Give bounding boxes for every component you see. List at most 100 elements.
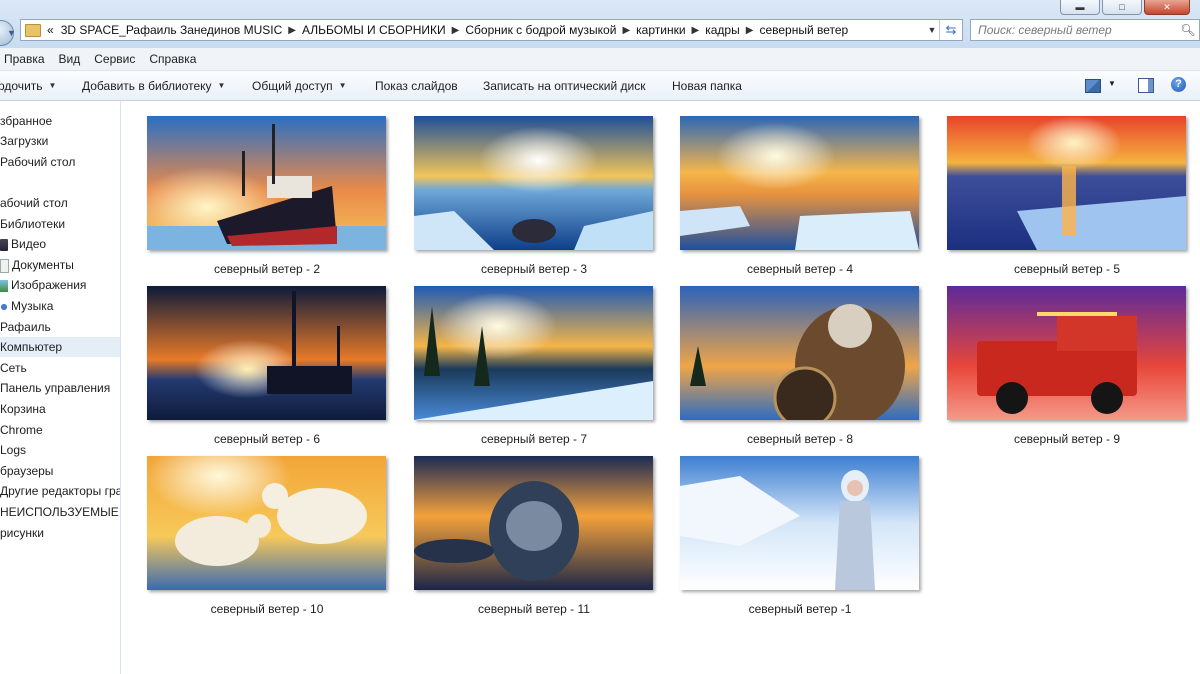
- nav-desktop-favorite[interactable]: Рабочий стол: [0, 152, 120, 172]
- maximize-button[interactable]: □: [1102, 0, 1142, 15]
- address-history-chevron-icon[interactable]: ▼: [925, 25, 939, 35]
- address-bar[interactable]: « 3D SPACE_Рафаиль Занединов MUSIC ▶ АЛЬ…: [20, 19, 963, 41]
- file-name[interactable]: северный ветер - 6: [147, 432, 387, 446]
- nav-browsers[interactable]: браузеры: [0, 461, 120, 481]
- nav-unused-shortcuts[interactable]: НЕИСПОЛЬЗУЕМЫЕ ЯР.: [0, 502, 120, 522]
- view-options-chevron-icon[interactable]: ▼: [1108, 79, 1116, 88]
- thumbnail-image[interactable]: [147, 286, 386, 420]
- file-item[interactable]: северный ветер - 3: [414, 116, 654, 276]
- video-icon: [0, 238, 8, 251]
- nav-images-label: Изображения: [11, 278, 87, 292]
- nav-downloads[interactable]: Загрузки: [0, 131, 120, 151]
- file-item[interactable]: северный ветер - 4: [680, 116, 920, 276]
- thumbnail-image[interactable]: [947, 286, 1186, 420]
- preview-pane-icon[interactable]: [1138, 78, 1154, 93]
- file-item[interactable]: северный ветер - 8: [680, 286, 920, 446]
- thumbnail-image[interactable]: [680, 456, 919, 590]
- search-icon[interactable]: 🔍︎: [1177, 23, 1199, 37]
- organize-label: рдочить: [0, 78, 43, 93]
- navigation-pane: збранное Загрузки Рабочий стол абочий ст…: [0, 101, 121, 674]
- add-to-library-button[interactable]: Добавить в библиотеку ▼: [82, 79, 225, 93]
- window-controls: ▬ □ ✕: [1060, 0, 1190, 15]
- nav-documents[interactable]: Документы: [0, 255, 120, 275]
- search-input[interactable]: [971, 22, 1177, 38]
- breadcrumb-item[interactable]: кадры: [705, 23, 740, 37]
- breadcrumb-overflow[interactable]: «: [47, 23, 54, 37]
- nav-favorites[interactable]: збранное: [0, 111, 120, 131]
- nav-drawings[interactable]: рисунки: [0, 523, 120, 543]
- breadcrumb-item[interactable]: северный ветер: [759, 23, 848, 37]
- file-name[interactable]: северный ветер - 3: [414, 262, 654, 276]
- close-button[interactable]: ✕: [1144, 0, 1190, 15]
- file-item[interactable]: северный ветер - 11: [414, 456, 654, 616]
- help-icon[interactable]: ?: [1171, 77, 1186, 92]
- nav-logs[interactable]: Logs: [0, 440, 120, 460]
- breadcrumb-item[interactable]: Сборник с бодрой музыкой: [465, 23, 616, 37]
- nav-recycle-bin[interactable]: Корзина: [0, 399, 120, 419]
- file-item[interactable]: северный ветер -1: [680, 456, 920, 616]
- new-folder-button[interactable]: Новая папка: [672, 79, 742, 93]
- slideshow-button[interactable]: Показ слайдов: [375, 79, 458, 93]
- share-button[interactable]: Общий доступ ▼: [252, 79, 347, 93]
- file-name[interactable]: северный ветер - 10: [147, 602, 387, 616]
- chevron-down-icon: ▼: [217, 81, 226, 90]
- file-name[interactable]: северный ветер - 7: [414, 432, 654, 446]
- command-bar: рдочить ▼ Добавить в библиотеку ▼ Общий …: [0, 71, 1200, 101]
- breadcrumb-item[interactable]: 3D SPACE_Рафаиль Занединов MUSIC: [61, 23, 283, 37]
- search-box[interactable]: 🔍︎: [970, 19, 1200, 41]
- thumbnail-image[interactable]: [680, 286, 919, 420]
- nav-libraries[interactable]: Библиотеки: [0, 214, 120, 234]
- nav-images[interactable]: Изображения: [0, 275, 120, 295]
- thumbnail-image[interactable]: [414, 456, 653, 590]
- nav-music[interactable]: Музыка: [0, 296, 120, 316]
- burn-disc-button[interactable]: Записать на оптический диск: [483, 79, 646, 93]
- file-item[interactable]: северный ветер - 6: [147, 286, 387, 446]
- nav-chrome[interactable]: Chrome: [0, 420, 120, 440]
- nav-computer[interactable]: Компьютер: [0, 337, 120, 357]
- nav-video[interactable]: Видео: [0, 234, 120, 254]
- thumbnail-image[interactable]: [680, 116, 919, 250]
- breadcrumb-item[interactable]: АЛЬБОМЫ И СБОРНИКИ: [302, 23, 446, 37]
- file-item[interactable]: северный ветер - 2: [147, 116, 387, 276]
- thumbnail-image[interactable]: [947, 116, 1186, 250]
- breadcrumb-arrow-icon[interactable]: ▶: [622, 25, 630, 36]
- change-view-icon[interactable]: [1085, 79, 1101, 93]
- nav-user[interactable]: Рафаиль: [0, 317, 120, 337]
- thumbnail-image[interactable]: [147, 456, 386, 590]
- nav-control-panel[interactable]: Панель управления: [0, 378, 120, 398]
- nav-documents-label: Документы: [12, 258, 74, 272]
- file-item[interactable]: северный ветер - 10: [147, 456, 387, 616]
- thumbnail-image[interactable]: [414, 116, 653, 250]
- nav-desktop[interactable]: абочий стол: [0, 193, 120, 213]
- file-name[interactable]: северный ветер - 5: [947, 262, 1187, 276]
- file-item[interactable]: северный ветер - 7: [414, 286, 654, 446]
- file-name[interactable]: северный ветер - 4: [680, 262, 920, 276]
- menu-help[interactable]: Справка: [142, 52, 203, 66]
- breadcrumb-arrow-icon[interactable]: ▶: [692, 25, 700, 36]
- thumbnail-image[interactable]: [414, 286, 653, 420]
- file-item[interactable]: северный ветер - 5: [947, 116, 1187, 276]
- file-item[interactable]: северный ветер - 9: [947, 286, 1187, 446]
- file-name[interactable]: северный ветер -1: [680, 602, 920, 616]
- file-name[interactable]: северный ветер - 9: [947, 432, 1187, 446]
- thumbnail-image[interactable]: [147, 116, 386, 250]
- breadcrumb-arrow-icon[interactable]: ▶: [452, 25, 460, 36]
- organize-button[interactable]: рдочить ▼: [0, 79, 56, 93]
- menu-view[interactable]: Вид: [52, 52, 88, 66]
- menu-edit[interactable]: Правка: [0, 52, 52, 66]
- recent-pages-chevron-icon[interactable]: ▼: [7, 28, 16, 38]
- nav-network[interactable]: Сеть: [0, 358, 120, 378]
- menu-tools[interactable]: Сервис: [87, 52, 142, 66]
- nav-other-editors[interactable]: Другие редакторы гра: [0, 481, 120, 501]
- file-name[interactable]: северный ветер - 2: [147, 262, 387, 276]
- refresh-icon[interactable]: ⇆: [939, 20, 962, 40]
- add-to-library-label: Добавить в библиотеку: [82, 78, 212, 93]
- file-name[interactable]: северный ветер - 11: [414, 602, 654, 616]
- breadcrumb-item[interactable]: картинки: [636, 23, 685, 37]
- minimize-button[interactable]: ▬: [1060, 0, 1100, 15]
- file-name[interactable]: северный ветер - 8: [680, 432, 920, 446]
- breadcrumb-arrow-icon[interactable]: ▶: [288, 25, 296, 36]
- menu-bar: Правка Вид Сервис Справка: [0, 48, 1200, 71]
- chevron-down-icon: ▼: [338, 81, 347, 90]
- breadcrumb-arrow-icon[interactable]: ▶: [746, 25, 754, 36]
